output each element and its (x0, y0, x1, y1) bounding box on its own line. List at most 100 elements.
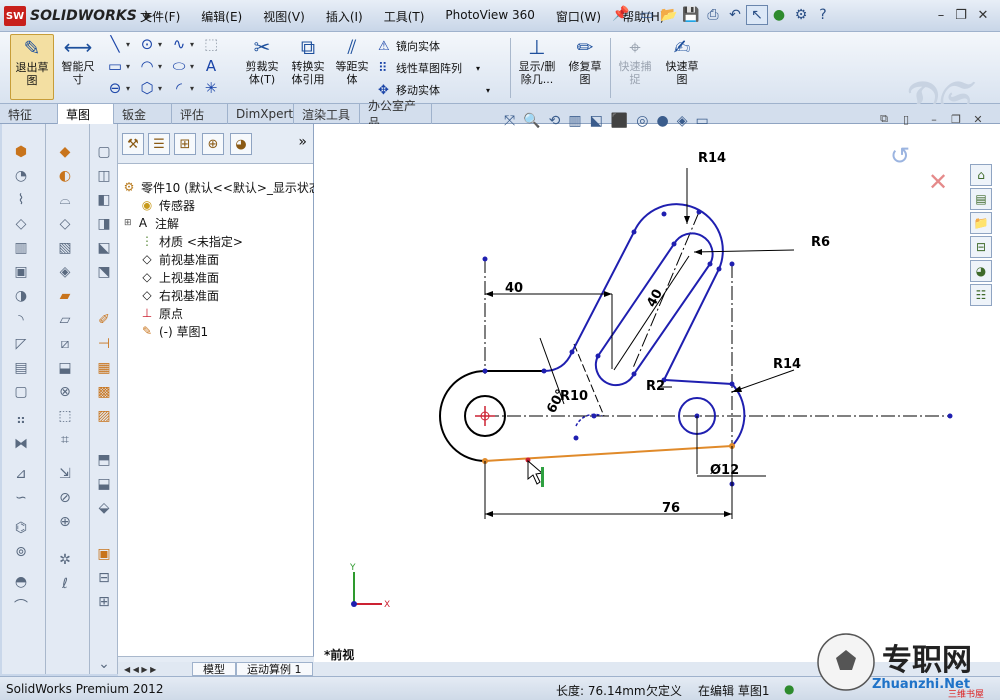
edit-sketch-icon[interactable]: ✐ (93, 310, 115, 330)
trim-surface-icon[interactable]: ⊘ (54, 488, 76, 508)
select-pointer-icon[interactable]: ↖ (746, 5, 768, 25)
fillet-feature-icon[interactable]: ◝ (10, 310, 32, 330)
trim-entities-button[interactable]: ✂ 剪裁实 体(T) (240, 34, 284, 100)
cut-revolve-icon[interactable]: ◑ (10, 286, 32, 306)
options-icon[interactable]: ⚙ (790, 5, 812, 25)
display-style-icon[interactable]: ⬛ (611, 113, 628, 129)
view-orientation-icon[interactable]: ⬕ (590, 113, 603, 129)
tab-evaluate[interactable]: 评估 (172, 104, 228, 124)
custom-properties-icon[interactable]: ☷ (970, 284, 992, 306)
menu-window[interactable]: 窗口(W) (556, 8, 601, 25)
sketch-canvas[interactable]: R14 R6 40 40 R14 R10 R2 60° Ø12 76 Y X ↺ (314, 124, 1000, 662)
edit-appearance-icon[interactable]: ● (657, 113, 669, 129)
flex-icon[interactable]: ⌒ (10, 596, 32, 616)
tree-item-origin[interactable]: ⊥ 原点 (128, 304, 183, 322)
dim-76[interactable]: 76 (662, 501, 680, 516)
rebuild-status-icon[interactable]: ● (784, 682, 794, 696)
linear-pattern-dropdown-icon[interactable]: ▾ (476, 64, 480, 73)
print-icon[interactable]: ⎙ (702, 5, 724, 25)
menu-edit[interactable]: 编辑(E) (201, 8, 242, 25)
smart-dimension-button[interactable]: ⟷ 智能尺 寸 (56, 34, 100, 100)
help-icon[interactable]: ? (812, 5, 834, 25)
tab-office-products[interactable]: 办公室产品 (360, 99, 432, 130)
pattern-icon[interactable]: ⠶ (10, 410, 32, 430)
dimxpert-manager-tab-icon[interactable]: ⊕ (202, 133, 224, 155)
tree-item-sensors[interactable]: ◉ 传感器 (128, 196, 195, 214)
dim-dia-12[interactable]: Ø12 (710, 463, 739, 478)
ruled-surface-icon[interactable]: ⧄ (54, 334, 76, 354)
sketch-image-icon[interactable]: ▣ (93, 544, 115, 564)
design-library-icon[interactable]: ▤ (970, 188, 992, 210)
tab-model[interactable]: 模型 (192, 662, 236, 676)
exit-sketch-button[interactable]: ✎ 退出草 图 (10, 34, 54, 100)
doc-minimize-icon[interactable]: – (926, 112, 942, 126)
slot-icon[interactable]: ⊖ (104, 78, 126, 98)
swept-surface-icon[interactable]: ⌓ (54, 190, 76, 210)
viewport-split-icon[interactable]: ▯ (898, 112, 914, 126)
move-entities-button[interactable]: ✥ 移动实体 ▾ (378, 82, 490, 98)
expand-toolbar-icon[interactable]: ⌄ (93, 654, 115, 674)
loft-icon[interactable]: ◇ (10, 214, 32, 234)
fillet-icon[interactable]: ◜ (168, 78, 190, 98)
construction-geometry-icon[interactable]: ⬚ (200, 34, 222, 54)
boundary-surface-icon[interactable]: ▧ (54, 238, 76, 258)
solidworks-logo[interactable]: SW SOLIDWORKS ▶ (4, 5, 153, 27)
configuration-manager-tab-icon[interactable]: ⊞ (174, 133, 196, 155)
sketch-point-icon[interactable]: ✲ (54, 550, 76, 570)
rib-icon[interactable]: ▤ (10, 358, 32, 378)
arc-icon[interactable]: ◠ (136, 56, 158, 76)
menu-file[interactable]: 文件(F) (140, 8, 180, 25)
ellipse-icon[interactable]: ⬭ (168, 56, 190, 76)
repair-sketch-button[interactable]: ✏ 修复草 图 (564, 34, 606, 100)
zoom-area-icon[interactable]: 🔍 (523, 113, 540, 129)
dome-icon[interactable]: ◓ (10, 572, 32, 592)
tab-dimxpert[interactable]: DimXpert (228, 104, 294, 124)
untrim-surface-icon[interactable]: ⊕ (54, 512, 76, 532)
doc-close-icon[interactable]: ✕ (970, 112, 986, 126)
tree-item-sketch1[interactable]: ✎ (-) 草图1 (128, 322, 208, 340)
feature-manager-tab-icon[interactable]: ⚒ (122, 133, 144, 155)
solidworks-resources-icon[interactable]: ⌂ (970, 164, 992, 186)
filled-surface-icon[interactable]: ◈ (54, 262, 76, 282)
mirror-feature-icon[interactable]: ⧓ (10, 434, 32, 454)
thicken-icon[interactable]: ⬓ (54, 358, 76, 378)
tree-item-front-plane[interactable]: ◇ 前视基准面 (128, 250, 219, 268)
view-front-icon[interactable]: ◫ (93, 166, 115, 186)
dim-40-horizontal[interactable]: 40 (505, 281, 523, 296)
zoom-fit-icon[interactable]: ⤧ (504, 113, 515, 129)
tab-features[interactable]: 特征 (0, 104, 58, 124)
tree-item-top-plane[interactable]: ◇ 上视基准面 (128, 268, 219, 286)
save-icon[interactable]: 💾 (680, 5, 702, 25)
menu-view[interactable]: 视图(V) (263, 8, 305, 25)
curves-icon[interactable]: ∽ (10, 488, 32, 508)
offset-surface-icon[interactable]: ▱ (54, 310, 76, 330)
restore-icon[interactable]: ❐ (952, 6, 970, 24)
view-palette-icon[interactable]: ⊟ (970, 236, 992, 258)
display-manager-tab-icon[interactable]: ◕ (230, 133, 252, 155)
dim-r2[interactable]: R2 (646, 379, 665, 394)
expand-icon[interactable]: ⊞ (124, 218, 134, 228)
block-icon[interactable]: ⬒ (93, 450, 115, 470)
view-settings-icon[interactable]: ▭ (696, 113, 709, 129)
extruded-surface-icon[interactable]: ◆ (54, 142, 76, 162)
revolved-surface-icon[interactable]: ◐ (54, 166, 76, 186)
new-file-icon[interactable]: ▭ (636, 5, 658, 25)
open-file-icon[interactable]: 📂 (658, 5, 680, 25)
tab-scroll-arrows-icon[interactable]: ◀ ◀ ▶ ▶ (118, 665, 192, 674)
mirror-entities-button[interactable]: ⚠ 镜向实体 (378, 38, 440, 54)
text-icon[interactable]: A (200, 56, 222, 76)
point-icon[interactable]: ✳ (200, 78, 222, 98)
tab-motion-study[interactable]: 运动算例 1 (236, 662, 313, 676)
move-dropdown-icon[interactable]: ▾ (486, 86, 490, 95)
3d-sketch-icon[interactable]: ▨ (93, 406, 115, 426)
boundary-icon[interactable]: ▥ (10, 238, 32, 258)
planar-surface-icon[interactable]: ▰ (54, 286, 76, 306)
polygon-icon[interactable]: ⬡ (136, 78, 158, 98)
dim-r14-top[interactable]: R14 (698, 151, 726, 166)
tab-sheet-metal[interactable]: 钣金 (114, 104, 172, 124)
tree-root[interactable]: ⚙ 零件10 (默认<<默认>_显示状态 (120, 178, 321, 196)
file-explorer-icon[interactable]: 📁 (970, 212, 992, 234)
delete-face-icon[interactable]: ⊗ (54, 382, 76, 402)
add-relation-icon[interactable]: ⊣ (93, 334, 115, 354)
knit-surface-icon[interactable]: ⌗ (54, 430, 76, 450)
